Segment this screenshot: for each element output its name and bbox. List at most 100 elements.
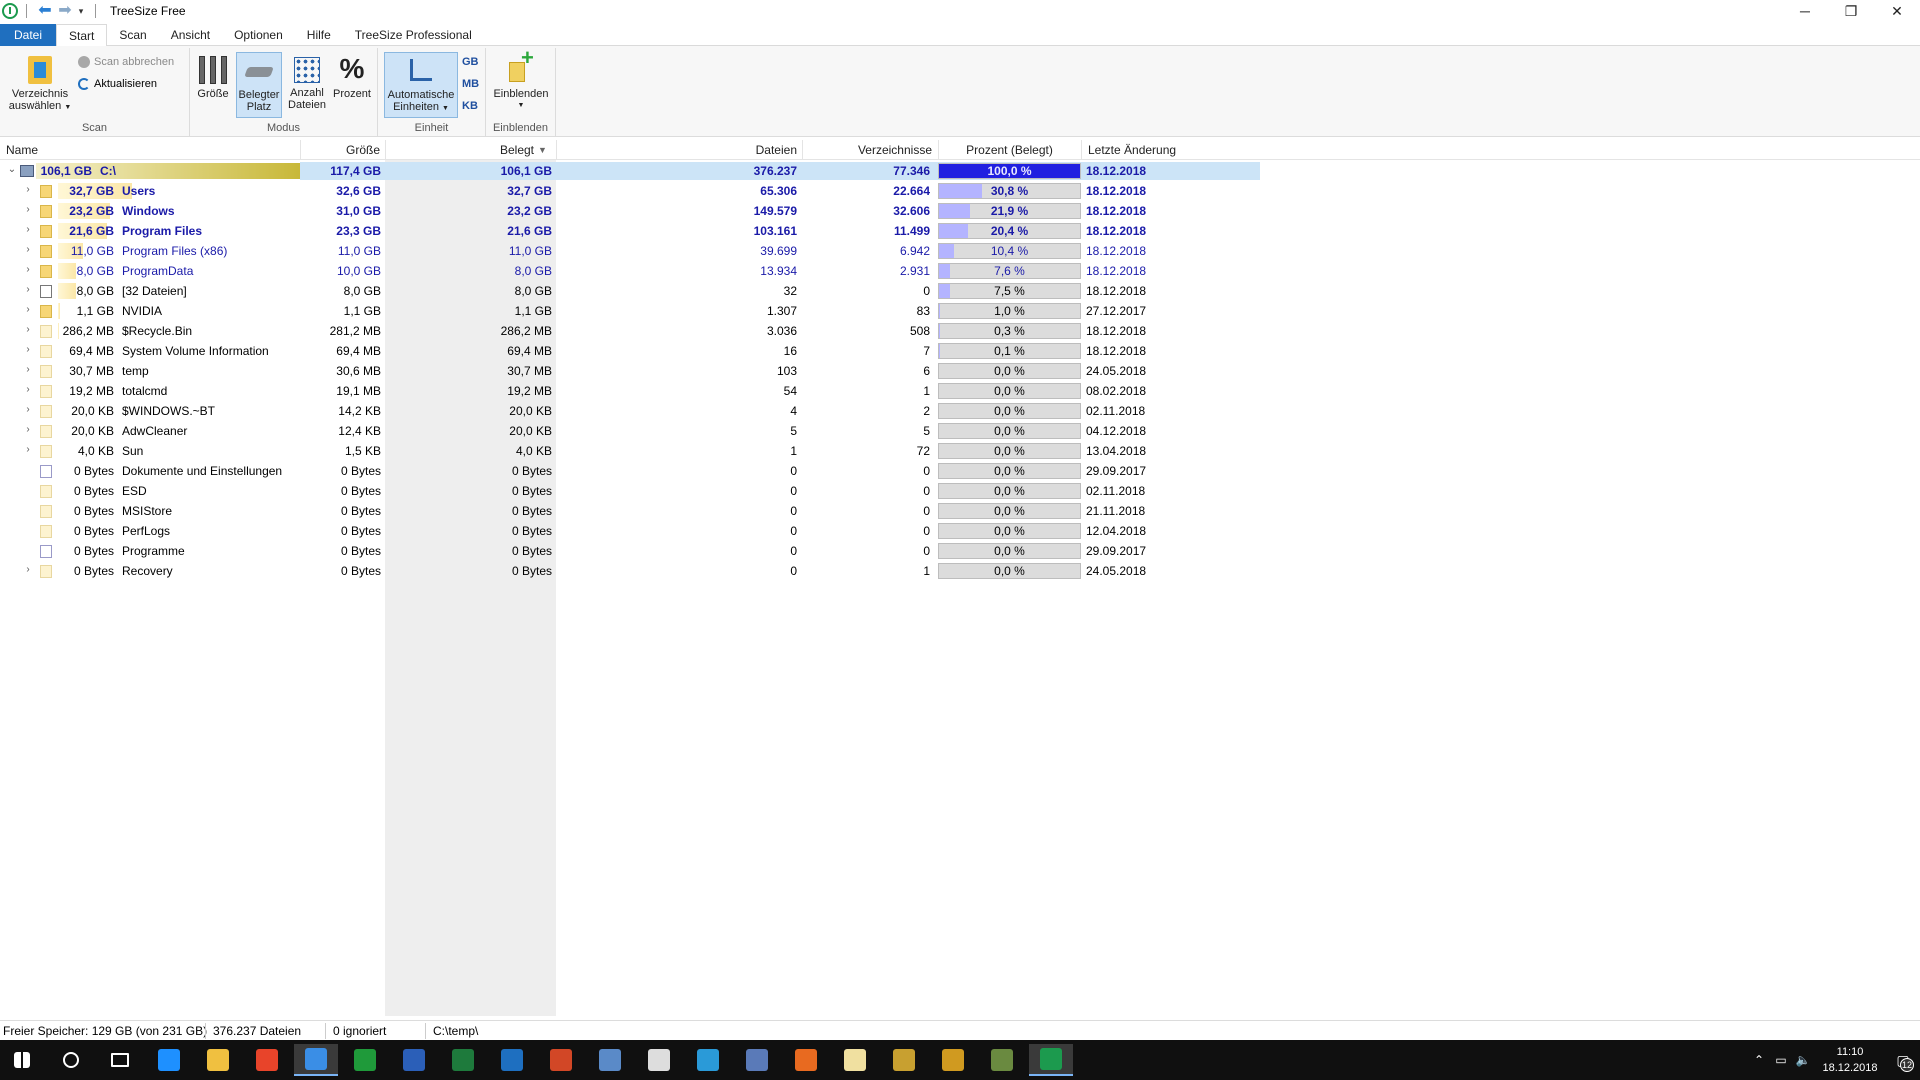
- tree-row-root[interactable]: ⌄ 106,1 GB C:\ 117,4 GB 106,1 GB 376.237 77.34…: [0, 161, 1920, 181]
- minimize-button[interactable]: ─: [1782, 0, 1828, 22]
- auto-units-button[interactable]: Automatische Einheiten ▼: [384, 52, 458, 118]
- firefox-taskbar-button[interactable]: [784, 1044, 828, 1076]
- windows-start-taskbar-button[interactable]: [0, 1044, 44, 1076]
- tab-start[interactable]: Start: [56, 24, 108, 47]
- mode-file-count-button[interactable]: Anzahl Dateien: [284, 52, 330, 118]
- tree-row[interactable]: › 21,6 GB Program Files 23,3 GB 21,6 GB 103.1…: [0, 221, 1920, 241]
- expand-chevron-icon[interactable]: ›: [22, 284, 34, 295]
- select-directory-button[interactable]: Verzeichnis auswählen ▼: [6, 52, 74, 122]
- mode-occupied-button[interactable]: Belegter Platz: [236, 52, 282, 118]
- column-header-size[interactable]: Größe: [300, 143, 380, 157]
- network-tool-taskbar-button[interactable]: [588, 1044, 632, 1076]
- app-sc-taskbar-button[interactable]: [735, 1044, 779, 1076]
- tab-treesize-professional[interactable]: TreeSize Professional: [343, 24, 484, 46]
- expand-chevron-icon[interactable]: ›: [22, 424, 34, 435]
- expand-chevron-icon[interactable]: ›: [22, 564, 34, 575]
- expand-chevron-icon[interactable]: ›: [22, 224, 34, 235]
- network-icon[interactable]: ▭: [1770, 1053, 1792, 1067]
- unit-kb-button[interactable]: KB: [462, 100, 478, 112]
- calculator-taskbar-button[interactable]: [637, 1044, 681, 1076]
- column-separator[interactable]: [802, 140, 803, 160]
- tree-row[interactable]: › 8,0 GB [32 Dateien] 8,0 GB 8,0 GB 32 0 7,5 % 1…: [0, 281, 1920, 301]
- refresh-button[interactable]: Aktualisieren: [78, 78, 157, 90]
- column-separator[interactable]: [385, 140, 386, 160]
- app-blue-taskbar-button[interactable]: [294, 1044, 338, 1076]
- forward-arrow-icon[interactable]: ➡: [55, 3, 75, 19]
- task-view-taskbar-button[interactable]: [98, 1044, 142, 1076]
- expand-chevron-icon[interactable]: ›: [22, 324, 34, 335]
- expand-chevron-icon[interactable]: ›: [22, 184, 34, 195]
- tree-row[interactable]: 0 Bytes PerfLogs 0 Bytes 0 Bytes 0 0 0,0 % 12.0…: [0, 521, 1920, 541]
- treesize-taskbar-button[interactable]: [1029, 1044, 1073, 1076]
- tab-datei[interactable]: Datei: [0, 24, 57, 46]
- edge-taskbar-button[interactable]: [147, 1044, 191, 1076]
- app-green-taskbar-button[interactable]: [343, 1044, 387, 1076]
- tree-app-taskbar-button[interactable]: [980, 1044, 1024, 1076]
- expand-chevron-icon[interactable]: ›: [22, 204, 34, 215]
- close-button[interactable]: ✕: [1874, 0, 1920, 22]
- expand-chevron-icon[interactable]: ›: [22, 344, 34, 355]
- tree-row[interactable]: › 11,0 GB Program Files (x86) 11,0 GB 11,0 G…: [0, 241, 1920, 261]
- tree-row[interactable]: › 19,2 MB totalcmd 19,1 MB 19,2 MB 54 1 0,0 % 08…: [0, 381, 1920, 401]
- maximize-button[interactable]: ❐: [1828, 0, 1874, 22]
- collapse-chevron-icon[interactable]: ⌄: [6, 164, 18, 175]
- audio-app-taskbar-button[interactable]: [931, 1044, 975, 1076]
- column-header-occupied[interactable]: Belegt: [460, 143, 534, 157]
- tab-scan[interactable]: Scan: [107, 24, 158, 46]
- tab-ansicht[interactable]: Ansicht: [159, 24, 222, 46]
- lock-app-taskbar-button[interactable]: [833, 1044, 877, 1076]
- quick-access-dropdown-icon[interactable]: ▾: [75, 6, 87, 17]
- internet-explorer-taskbar-button[interactable]: [686, 1044, 730, 1076]
- word-taskbar-button[interactable]: [392, 1044, 436, 1076]
- column-header-percent[interactable]: Prozent (Belegt): [938, 143, 1081, 157]
- unit-mb-button[interactable]: MB: [462, 78, 479, 90]
- excel-taskbar-button[interactable]: [441, 1044, 485, 1076]
- taskbar-clock[interactable]: 11:10 18.12.2018: [1814, 1044, 1886, 1076]
- cortana-taskbar-button[interactable]: [49, 1044, 93, 1076]
- back-arrow-icon[interactable]: ⬅: [35, 3, 55, 19]
- tree-row[interactable]: › 20,0 KB AdwCleaner 12,4 KB 20,0 KB 5 5 0,0 % 0…: [0, 421, 1920, 441]
- column-separator[interactable]: [1081, 140, 1082, 160]
- column-header-folders[interactable]: Verzeichnisse: [810, 143, 932, 157]
- mode-percent-button[interactable]: % Prozent: [330, 52, 374, 116]
- expand-chevron-icon[interactable]: ›: [22, 364, 34, 375]
- tree-row[interactable]: › 8,0 GB ProgramData 10,0 GB 8,0 GB 13.934 2.9…: [0, 261, 1920, 281]
- expand-chevron-icon[interactable]: ›: [22, 384, 34, 395]
- chevron-up-icon[interactable]: ⌃: [1748, 1053, 1770, 1067]
- mode-size-button[interactable]: Größe: [194, 52, 232, 116]
- tree-row[interactable]: › 4,0 KB Sun 1,5 KB 4,0 KB 1 72 0,0 % 13.04.2018: [0, 441, 1920, 461]
- tree-row[interactable]: 0 Bytes Dokumente und Einstellungen 0 Byte…: [0, 461, 1920, 481]
- abort-scan-button[interactable]: Scan abbrechen: [78, 56, 174, 68]
- chrome-taskbar-button[interactable]: [245, 1044, 289, 1076]
- tree-row[interactable]: 0 Bytes ESD 0 Bytes 0 Bytes 0 0 0,0 % 02.11.201…: [0, 481, 1920, 501]
- expand-chevron-icon[interactable]: ›: [22, 304, 34, 315]
- explorer-taskbar-button[interactable]: [196, 1044, 240, 1076]
- column-header-name[interactable]: Name: [6, 143, 38, 157]
- expand-chevron-icon[interactable]: ›: [22, 444, 34, 455]
- tree-row[interactable]: › 286,2 MB $Recycle.Bin 281,2 MB 286,2 MB 3.0…: [0, 321, 1920, 341]
- tree-row[interactable]: › 23,2 GB Windows 31,0 GB 23,2 GB 149.579 32.6…: [0, 201, 1920, 221]
- tree-row[interactable]: › 32,7 GB Users 32,6 GB 32,7 GB 65.306 22.664 3…: [0, 181, 1920, 201]
- tree-row[interactable]: › 30,7 MB temp 30,6 MB 30,7 MB 103 6 0,0 % 24.05…: [0, 361, 1920, 381]
- expand-chevron-icon[interactable]: ›: [22, 264, 34, 275]
- column-header-files[interactable]: Dateien: [690, 143, 797, 157]
- tree-row[interactable]: 0 Bytes MSIStore 0 Bytes 0 Bytes 0 0 0,0 % 21.1…: [0, 501, 1920, 521]
- outlook-taskbar-button[interactable]: [490, 1044, 534, 1076]
- action-center-button[interactable]: ▢ 12: [1886, 1040, 1920, 1080]
- powerpoint-taskbar-button[interactable]: [539, 1044, 583, 1076]
- lock-app2-taskbar-button[interactable]: [882, 1044, 926, 1076]
- tab-optionen[interactable]: Optionen: [222, 24, 295, 46]
- tree-row[interactable]: 0 Bytes Programme 0 Bytes 0 Bytes 0 0 0,0 % 29.…: [0, 541, 1920, 561]
- tree-row[interactable]: › 1,1 GB NVIDIA 1,1 GB 1,1 GB 1.307 83 1,0 % 27.…: [0, 301, 1920, 321]
- tree-row[interactable]: › 69,4 MB System Volume Information 69,4 MB…: [0, 341, 1920, 361]
- expand-chevron-icon[interactable]: ›: [22, 404, 34, 415]
- tree-row[interactable]: › 0 Bytes Recovery 0 Bytes 0 Bytes 0 1 0,0 % 24.…: [0, 561, 1920, 581]
- tree-row[interactable]: › 20,0 KB $WINDOWS.~BT 14,2 KB 20,0 KB 4 2 0,0 …: [0, 401, 1920, 421]
- column-separator[interactable]: [556, 140, 557, 160]
- show-columns-button[interactable]: Einblenden ▼: [490, 52, 552, 118]
- tab-hilfe[interactable]: Hilfe: [295, 24, 343, 46]
- unit-gb-button[interactable]: GB: [462, 56, 479, 68]
- volume-icon[interactable]: 🔈: [1792, 1053, 1814, 1067]
- column-header-modified[interactable]: Letzte Änderung: [1088, 143, 1176, 157]
- expand-chevron-icon[interactable]: ›: [22, 244, 34, 255]
